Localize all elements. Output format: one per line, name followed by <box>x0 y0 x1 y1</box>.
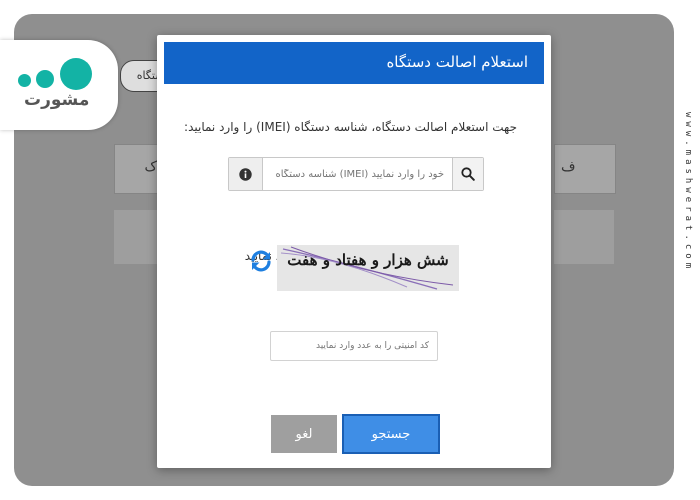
imei-inquiry-dialog: استعلام اصالت دستگاه جهت استعلام اصالت د… <box>157 35 551 468</box>
dialog-header: استعلام اصالت دستگاه <box>164 42 544 84</box>
captcha-input[interactable] <box>270 331 438 361</box>
logo-dot-small <box>18 74 31 87</box>
dialog-title: استعلام اصالت دستگاه <box>386 53 528 71</box>
captcha-image: شش هزار و هفتاد و هفت <box>277 245 459 291</box>
background-row-right: ف <box>554 144 616 194</box>
refresh-icon[interactable] <box>249 249 273 273</box>
background-row-glyph-left: ک <box>144 159 157 175</box>
background-block-right <box>554 210 614 264</box>
search-icon <box>461 167 475 181</box>
logo-text: مشورت <box>24 90 90 110</box>
logo-dot-large <box>60 58 92 90</box>
instruction-text: جهت استعلام اصالت دستگاه، شناسه دستگاه (… <box>184 120 517 134</box>
imei-search-group <box>228 157 484 191</box>
background-row-glyph-right: ف <box>561 159 576 175</box>
background-block-left <box>114 210 162 264</box>
captcha-text: شش هزار و هفتاد و هفت <box>287 251 449 269</box>
cancel-button[interactable]: لغو <box>271 415 337 453</box>
search-button[interactable]: جستجو <box>342 414 440 454</box>
search-icon-button[interactable] <box>452 158 483 190</box>
watermark: www.mashwerat.com <box>683 112 693 273</box>
imei-input[interactable] <box>266 158 452 190</box>
info-button[interactable] <box>229 158 263 190</box>
logo-dot-medium <box>36 70 54 88</box>
logo: مشورت <box>0 40 118 130</box>
info-icon <box>239 167 252 181</box>
